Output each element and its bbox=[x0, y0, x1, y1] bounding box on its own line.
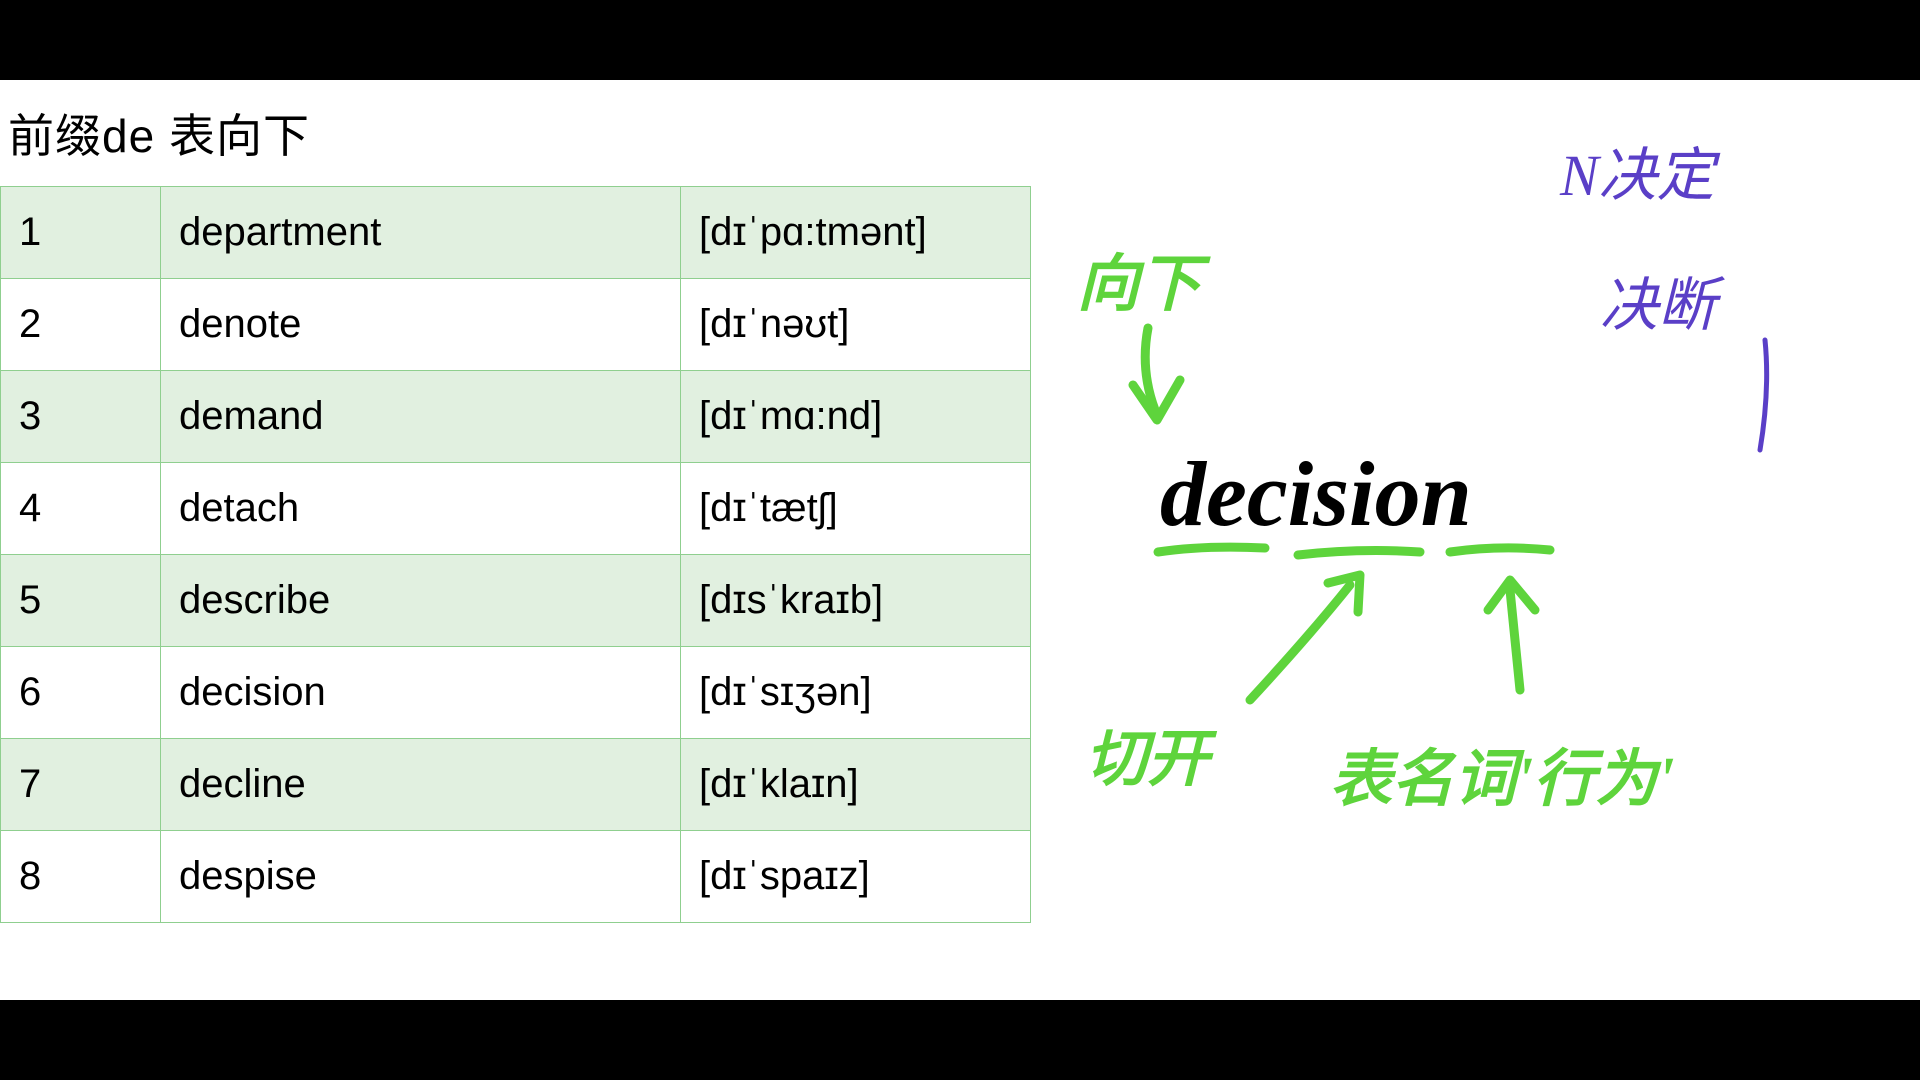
arrow-up-icon bbox=[1510, 590, 1520, 690]
arrow-down-icon bbox=[1133, 380, 1180, 420]
row-num: 3 bbox=[1, 371, 161, 463]
row-ipa: [dɪˈmɑ:nd] bbox=[681, 371, 1031, 463]
row-num: 7 bbox=[1, 739, 161, 831]
row-ipa: [dɪˈklaɪn] bbox=[681, 739, 1031, 831]
annotations-panel: N决定 决断 向下 decision 切开 bbox=[1030, 80, 1920, 1000]
underline-icon bbox=[1158, 547, 1265, 552]
underline-icon bbox=[1450, 548, 1550, 552]
table-row: 8 despise [dɪˈspaɪz] bbox=[1, 831, 1031, 923]
row-word: describe bbox=[161, 555, 681, 647]
row-num: 8 bbox=[1, 831, 161, 923]
content-area: 前缀de 表向下 1 department [dɪˈpɑ:tmənt] 2 de… bbox=[0, 80, 1920, 1000]
arrow-up-icon bbox=[1250, 585, 1350, 700]
row-ipa: [dɪˈpɑ:tmənt] bbox=[681, 187, 1031, 279]
row-ipa: [dɪˈtætʃ] bbox=[681, 463, 1031, 555]
row-num: 1 bbox=[1, 187, 161, 279]
row-word: demand bbox=[161, 371, 681, 463]
row-num: 5 bbox=[1, 555, 161, 647]
annotation-purple-bottom: 决断 bbox=[1600, 273, 1725, 338]
underline-icon bbox=[1298, 551, 1420, 555]
slide-title: 前缀de 表向下 bbox=[0, 80, 1030, 186]
annotation-green-right: 表名词'行为' bbox=[1330, 746, 1674, 814]
row-word: department bbox=[161, 187, 681, 279]
annotation-green-left: 切开 bbox=[1085, 726, 1218, 794]
row-ipa: [dɪsˈkraɪb] bbox=[681, 555, 1031, 647]
row-ipa: [dɪˈspaɪz] bbox=[681, 831, 1031, 923]
annotation-main-word: decision bbox=[1160, 443, 1472, 545]
table-row: 3 demand [dɪˈmɑ:nd] bbox=[1, 371, 1031, 463]
stroke-icon bbox=[1760, 340, 1767, 450]
table-row: 1 department [dɪˈpɑ:tmənt] bbox=[1, 187, 1031, 279]
row-word: decision bbox=[161, 647, 681, 739]
table-row: 7 decline [dɪˈklaɪn] bbox=[1, 739, 1031, 831]
row-word: denote bbox=[161, 279, 681, 371]
row-word: decline bbox=[161, 739, 681, 831]
row-num: 4 bbox=[1, 463, 161, 555]
slide: 前缀de 表向下 1 department [dɪˈpɑ:tmənt] 2 de… bbox=[0, 80, 1030, 1000]
row-word: detach bbox=[161, 463, 681, 555]
annotation-green-top: 向下 bbox=[1077, 251, 1211, 319]
table-row: 6 decision [dɪˈsɪʒən] bbox=[1, 647, 1031, 739]
annotation-purple-top: N决定 bbox=[1559, 143, 1721, 208]
vocab-table: 1 department [dɪˈpɑ:tmənt] 2 denote [dɪˈ… bbox=[0, 186, 1031, 923]
row-num: 6 bbox=[1, 647, 161, 739]
table-row: 4 detach [dɪˈtætʃ] bbox=[1, 463, 1031, 555]
row-word: despise bbox=[161, 831, 681, 923]
row-ipa: [dɪˈsɪʒən] bbox=[681, 647, 1031, 739]
table-row: 5 describe [dɪsˈkraɪb] bbox=[1, 555, 1031, 647]
table-row: 2 denote [dɪˈnəʊt] bbox=[1, 279, 1031, 371]
row-num: 2 bbox=[1, 279, 161, 371]
row-ipa: [dɪˈnəʊt] bbox=[681, 279, 1031, 371]
